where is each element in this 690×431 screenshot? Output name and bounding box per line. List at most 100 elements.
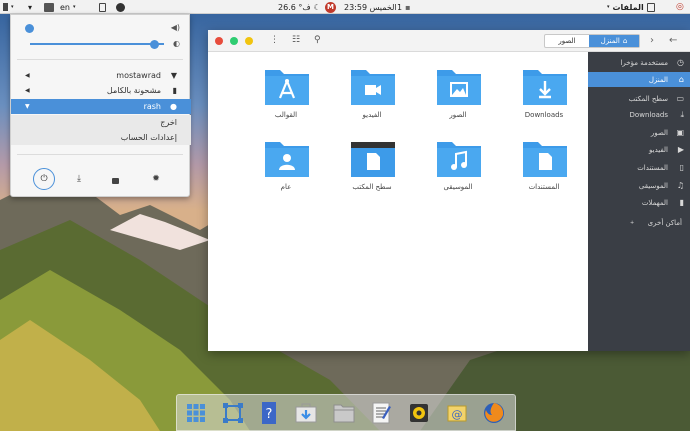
clipboard-icon	[99, 2, 106, 12]
search-icon[interactable]: ⚲	[314, 35, 321, 45]
menu-separator	[17, 154, 183, 155]
sidebar-item-recent[interactable]: مستخدمة مؤخرا ◷	[588, 55, 690, 70]
folder-documents[interactable]: المستندات	[504, 138, 584, 208]
language-indicator[interactable]: en ▾	[60, 0, 76, 14]
dock-mail[interactable]: @	[446, 402, 468, 424]
menu-dots-icon[interactable]: ⋮	[270, 35, 279, 45]
folder-desktop[interactable]: سطح المكتب	[332, 138, 412, 208]
chat-icon: ▪	[405, 2, 411, 12]
speaker-icon: ◀)	[170, 23, 180, 32]
weather-indicator[interactable]: 26.6 °ف ☾	[278, 0, 321, 14]
lock-icon	[111, 177, 119, 184]
places-sidebar: مستخدمة مؤخرا ◷ المنزل ⌂ سطح المكتب ▭ Do…	[588, 52, 690, 351]
close-button[interactable]	[215, 37, 223, 45]
folder-videos[interactable]: الفيديو	[332, 66, 412, 136]
svg-text:@: @	[452, 408, 463, 421]
sidebar-item-label: المنزل	[648, 75, 668, 84]
dock-files[interactable]	[333, 402, 355, 424]
dock-app-grid[interactable]	[185, 402, 207, 424]
top-panel: ▾ ▾ en ▾ 26.6 °ف ☾ M 23:59 الخميس 1 ▪ ▾ …	[0, 0, 690, 14]
power-off-button[interactable]: ⏻	[33, 168, 55, 190]
files-app-menu[interactable]: ▾ الملفات	[607, 0, 655, 14]
back-button[interactable]: ←	[669, 35, 677, 46]
sidebar-item-music[interactable]: الموسيقى ♫	[588, 178, 690, 193]
music-icon: ♫	[676, 181, 684, 190]
chevron-down-icon: ▾	[11, 4, 14, 10]
wifi-icon: ▾	[28, 2, 33, 12]
home-icon: ⌂	[678, 75, 684, 84]
dock-text-editor[interactable]	[370, 402, 392, 424]
maximize-button[interactable]	[230, 37, 238, 45]
folder-templates[interactable]: القوالب	[246, 66, 326, 136]
sidebar-item-trash[interactable]: المهملات ▮	[588, 195, 690, 210]
brightness-slider-handle[interactable]	[150, 39, 159, 49]
folder-public[interactable]: عام	[246, 138, 326, 208]
power-icon: ⏻	[40, 174, 48, 184]
lock-button[interactable]	[105, 169, 125, 189]
mixer-indicator[interactable]	[116, 0, 125, 14]
forward-button[interactable]: ›	[650, 35, 654, 46]
home-icon: ⌂	[622, 37, 628, 45]
mail-indicator[interactable]: M	[325, 0, 336, 14]
sidebar-item-label: المهملات	[641, 198, 668, 207]
brightness-slider[interactable]: ◐	[25, 38, 180, 50]
folder-label: المستندات	[528, 183, 560, 191]
files-icon	[646, 2, 655, 12]
folder-document-icon	[523, 142, 567, 177]
notifications-indicator[interactable]: 1 ▪	[397, 0, 411, 14]
sidebar-item-label: Downloads	[629, 110, 668, 119]
folder-download-icon	[523, 70, 567, 105]
folder-label: القوالب	[274, 111, 298, 119]
activities-button[interactable]: ◎	[676, 0, 684, 14]
dock-firefox[interactable]	[483, 402, 505, 424]
folder-label: سطح المكتب	[352, 183, 392, 191]
account-settings-item[interactable]: إعدادات الحساب	[11, 130, 191, 145]
folder-pictures[interactable]: الصور	[418, 66, 498, 136]
user-row[interactable]: ▼ rash ●	[11, 99, 191, 114]
plus-icon: +	[630, 219, 635, 226]
network-indicator[interactable]	[44, 0, 54, 14]
suspend-button[interactable]: ⤓	[69, 169, 89, 189]
night-light-icon	[116, 2, 125, 12]
sidebar-item-other-places[interactable]: أماكن أخرى +	[588, 215, 690, 230]
sidebar-item-downloads[interactable]: Downloads ⤓	[588, 107, 690, 122]
dock-screenshot[interactable]	[222, 402, 244, 424]
dock-music-player[interactable]	[408, 402, 430, 424]
sidebar-item-label: أماكن أخرى	[647, 218, 682, 227]
notification-count: 1	[397, 2, 403, 12]
clipboard-indicator[interactable]	[99, 0, 106, 14]
clock-text: 23:59 الخميس	[344, 2, 397, 12]
chevron-left-icon: ◀	[25, 87, 30, 94]
clock[interactable]: 23:59 الخميس	[344, 0, 397, 14]
volume-slider[interactable]: ◀)	[25, 22, 180, 34]
view-list-icon[interactable]: ☷	[292, 35, 300, 45]
logout-item[interactable]: اخرج	[11, 115, 191, 130]
battery-row[interactable]: ◀ مشحونة بالكامل ▮	[11, 83, 191, 98]
battery-icon	[3, 3, 8, 11]
folder-downloads[interactable]: Downloads	[504, 66, 584, 136]
folder-music[interactable]: الموسيقى	[418, 138, 498, 208]
volume-slider-handle[interactable]	[25, 23, 34, 33]
sidebar-item-label: الفيديو	[649, 145, 668, 154]
sidebar-item-desktop[interactable]: سطح المكتب ▭	[588, 91, 690, 106]
wifi-indicator[interactable]: ▾	[28, 0, 32, 14]
sidebar-item-videos[interactable]: الفيديو ▶	[588, 142, 690, 157]
sidebar-item-documents[interactable]: المستندات ▯	[588, 160, 690, 175]
language-label: en	[60, 2, 70, 12]
minimize-button[interactable]	[245, 37, 253, 45]
path-bar: الصور المنزل ⌂	[544, 34, 640, 48]
download-icon: ⤓	[77, 174, 81, 184]
chevron-left-icon: ◀	[25, 72, 30, 79]
breadcrumb-home[interactable]: المنزل ⌂	[589, 35, 639, 47]
sidebar-item-pictures[interactable]: الصور ▣	[588, 125, 690, 140]
breadcrumb-current[interactable]: الصور	[545, 35, 589, 47]
dock-help[interactable]: ?	[258, 402, 280, 424]
power-indicator[interactable]: ▾	[3, 0, 14, 14]
gear-icon: ✹	[152, 174, 160, 184]
sidebar-item-home[interactable]: المنزل ⌂	[588, 72, 690, 87]
dock-software[interactable]	[295, 402, 317, 424]
folder-template-icon	[265, 70, 309, 105]
folder-label: Downloads	[524, 111, 564, 119]
wifi-row[interactable]: ◀ mostawrad ▼	[11, 68, 191, 83]
settings-button[interactable]: ✹	[146, 169, 166, 189]
